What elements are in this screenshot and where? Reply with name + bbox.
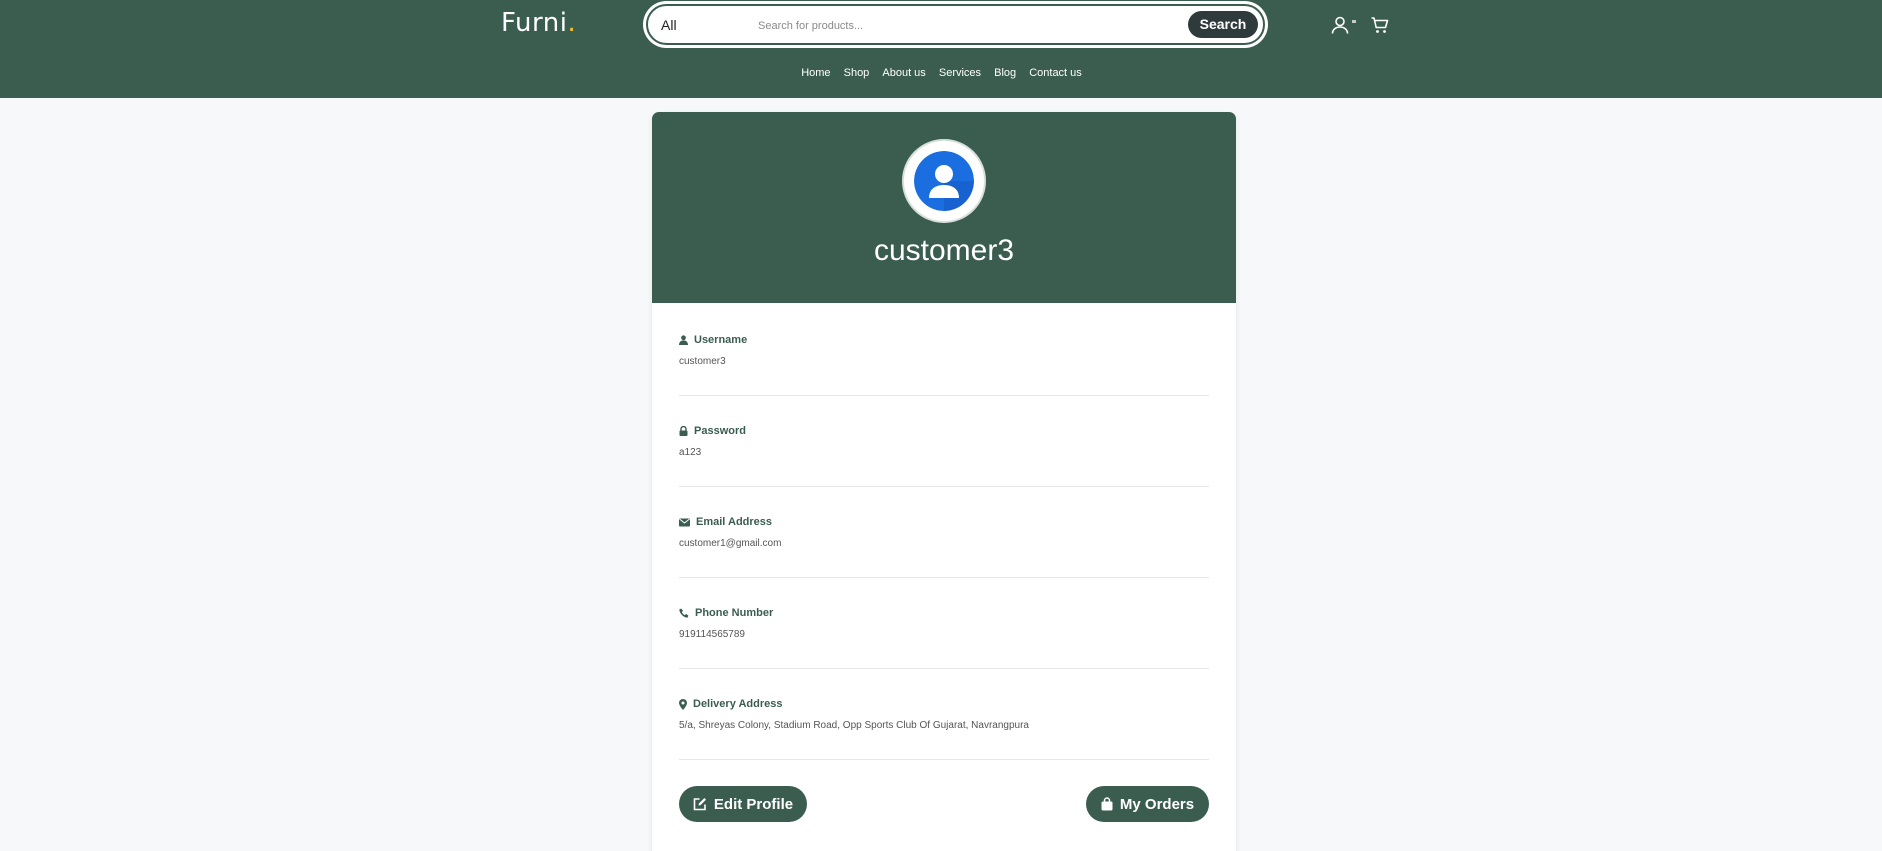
main-nav: Home Shop About us Services Blog Contact… [0,67,1882,79]
field-value: customer1@gmail.com [679,538,782,549]
lock-icon [679,426,688,436]
nav-blog[interactable]: Blog [994,67,1016,79]
nav-services[interactable]: Services [939,67,981,79]
my-orders-label: My Orders [1119,795,1195,813]
profile-card: customer3 Username customer3 Password a1… [652,112,1236,851]
phone-icon [679,608,689,618]
brand-name: Furni [501,8,568,38]
brand-dot: . [567,8,577,38]
nav-about[interactable]: About us [882,67,925,79]
divider [679,577,1209,578]
map-pin-icon [679,698,687,710]
field-value: 919114565789 [679,629,745,640]
divider [679,759,1209,760]
account-icon[interactable] [1330,15,1350,35]
field-value: customer3 [679,356,726,367]
avatar-frame [902,139,986,223]
avatar-icon [914,151,974,211]
field-label: Username [694,334,748,346]
field-label-row: Password [679,424,746,438]
field-label: Email Address [696,516,773,528]
envelope-icon [679,518,690,526]
field-label: Phone Number [695,607,774,619]
my-orders-button[interactable]: My Orders [1086,786,1209,822]
nav-shop[interactable]: Shop [844,67,870,79]
brand-logo[interactable]: Furni. [501,8,576,38]
field-value: 5/a, Shreyas Colony, Stadium Road, Opp S… [679,720,1029,731]
divider [679,395,1209,396]
edit-profile-button[interactable]: Edit Profile [679,786,807,822]
field-label-row: Username [679,333,747,347]
field-value: a123 [679,447,702,458]
shopping-bag-icon [1101,797,1113,811]
site-header: Furni. All Search Home Shop About us Ser… [0,0,1882,98]
user-icon [679,335,688,345]
profile-card-header: customer3 [652,112,1236,303]
edit-profile-label: Edit Profile [713,795,794,813]
profile-name: customer3 [873,234,1015,267]
field-label-row: Phone Number [679,606,773,620]
search-bar: All Search [646,4,1318,45]
field-label: Delivery Address [693,698,783,710]
divider [679,486,1209,487]
nav-home[interactable]: Home [801,67,830,79]
search-category-select[interactable]: All [661,17,677,33]
field-label-row: Delivery Address [679,697,782,711]
account-dropdown-caret[interactable] [1352,20,1356,23]
field-label: Password [694,425,746,437]
field-label-row: Email Address [679,515,772,529]
search-button[interactable]: Search [1188,11,1258,38]
nav-contact[interactable]: Contact us [1029,67,1082,79]
edit-icon [693,798,706,811]
cart-icon[interactable] [1370,15,1390,35]
divider [679,668,1209,669]
